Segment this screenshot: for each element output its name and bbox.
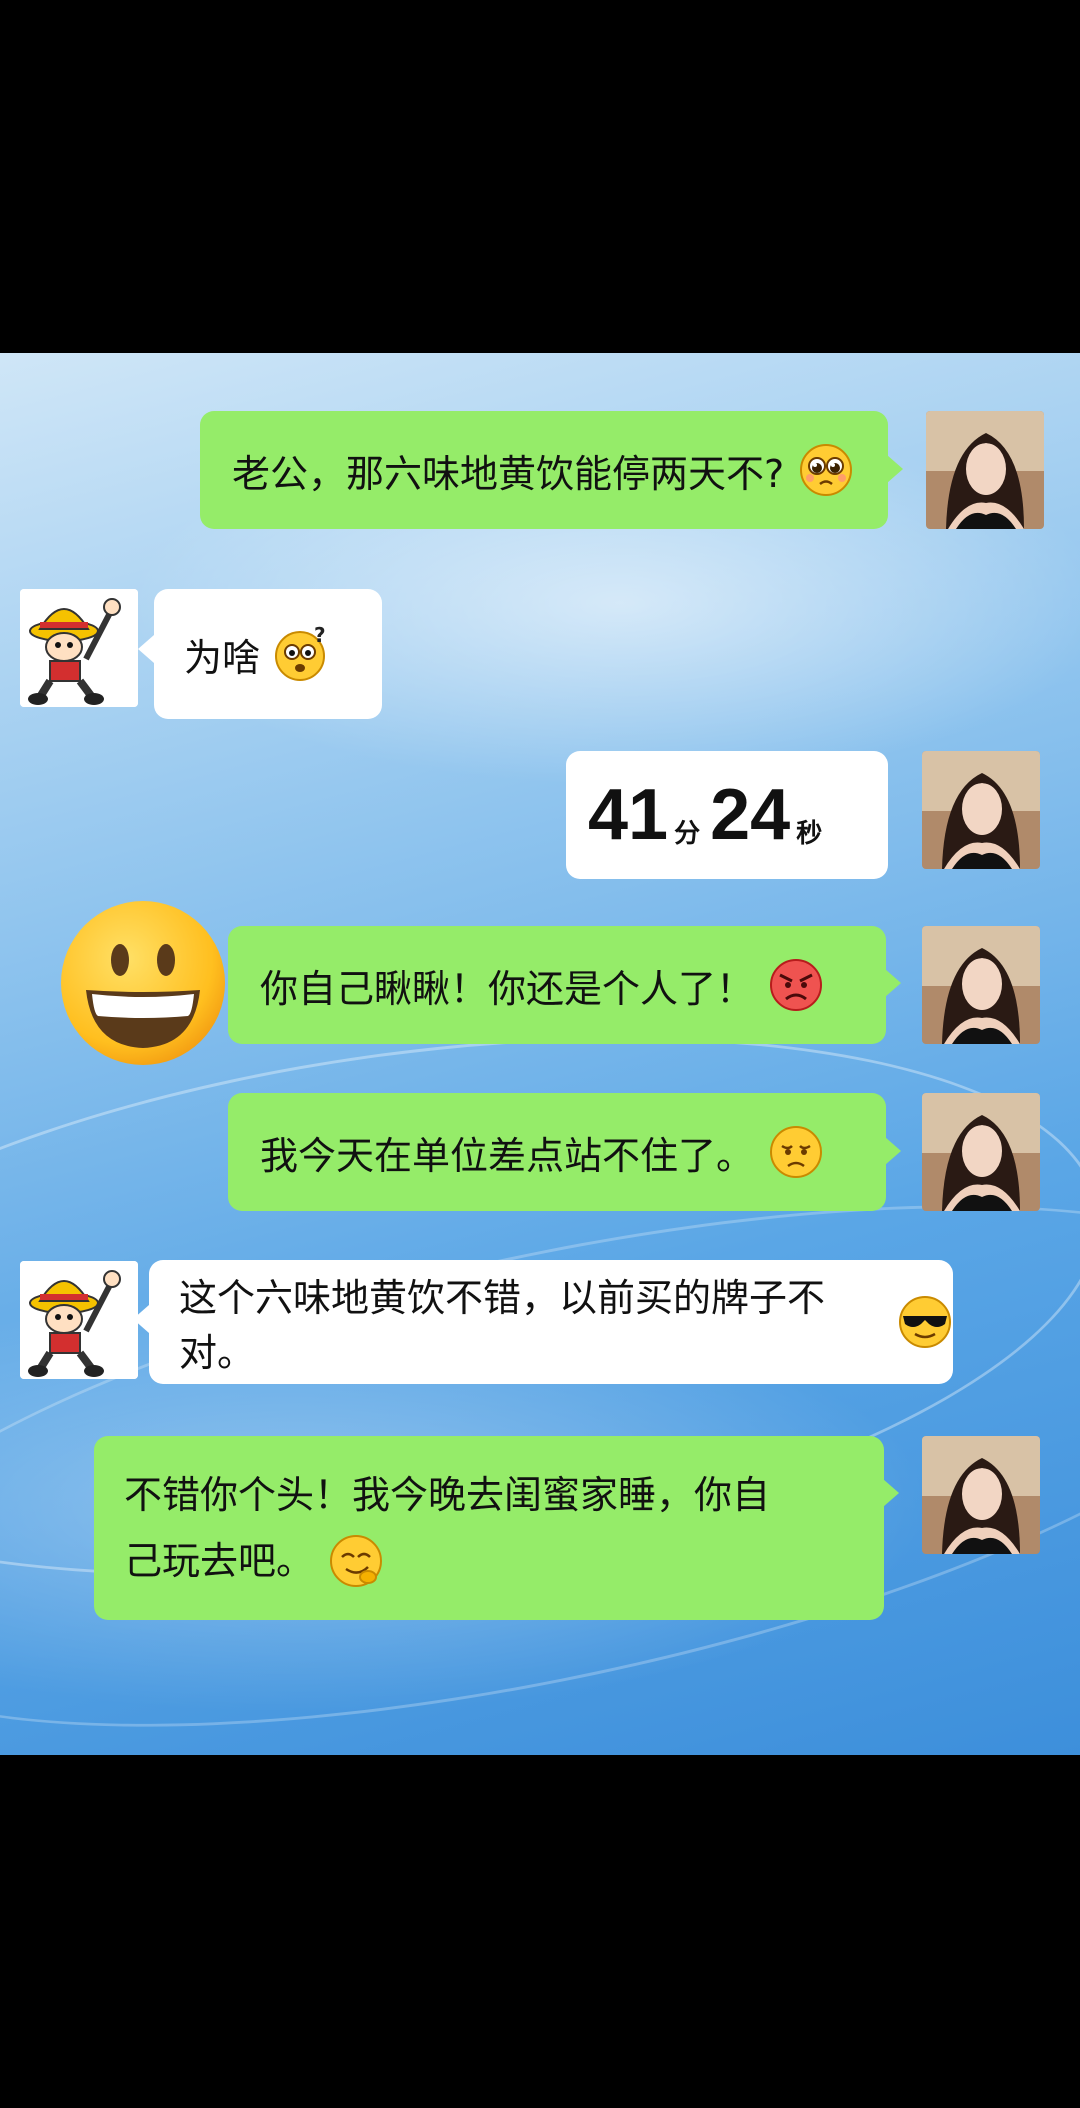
message-bubble-received[interactable]: 为啥 ? bbox=[154, 589, 382, 719]
timer-minutes: 41 bbox=[588, 775, 669, 855]
sad-face-icon bbox=[770, 1126, 823, 1178]
top-black-bar bbox=[0, 0, 1080, 353]
message-text: 这个六味地黄饮不错，以前买的牌子不对。 bbox=[179, 1276, 826, 1375]
my-avatar[interactable] bbox=[922, 926, 1040, 1044]
message-bubble-received[interactable]: 这个六味地黄饮不错，以前买的牌子不对。 bbox=[149, 1260, 953, 1384]
sunglasses-face-icon bbox=[899, 1296, 951, 1348]
svg-text:?: ? bbox=[314, 626, 326, 647]
my-avatar[interactable] bbox=[922, 751, 1040, 869]
grinning-face-icon bbox=[61, 901, 225, 1065]
message-text: 我今天在单位差点站不住了。 bbox=[260, 1133, 755, 1178]
bubble-tail bbox=[885, 1137, 901, 1165]
message-bubble-sent[interactable]: 我今天在单位差点站不住了。 bbox=[228, 1093, 886, 1211]
timer-minutes-unit: 分 bbox=[674, 818, 701, 849]
smirk-face-icon bbox=[330, 1535, 383, 1587]
message-text-line-2: 己玩去吧。 bbox=[124, 1539, 315, 1583]
angry-face-icon bbox=[770, 959, 823, 1011]
contact-avatar[interactable] bbox=[20, 1261, 138, 1379]
bottom-black-bar bbox=[0, 1755, 1080, 2108]
my-avatar[interactable] bbox=[922, 1093, 1040, 1211]
message-text: 为啥 bbox=[184, 635, 261, 680]
chat-area[interactable]: 老公，那六味地黄饮能停两天不? 为啥 ? 41 分 24 秒 你自己瞅瞅！你还是… bbox=[0, 353, 1080, 1755]
timer-seconds: 24 bbox=[710, 775, 791, 855]
contact-avatar[interactable] bbox=[20, 589, 138, 707]
bubble-tail bbox=[133, 1305, 149, 1333]
message-bubble-sent[interactable]: 你自己瞅瞅！你还是个人了！ bbox=[228, 926, 886, 1044]
bubble-tail bbox=[885, 969, 901, 997]
message-bubble-sent[interactable]: 老公，那六味地黄饮能停两天不? bbox=[200, 411, 888, 529]
pleading-face-icon bbox=[800, 444, 853, 496]
my-avatar[interactable] bbox=[922, 1436, 1040, 1554]
message-text: 你自己瞅瞅！你还是个人了！ bbox=[260, 966, 755, 1011]
message-bubble-sent[interactable]: 不错你个头！我今晚去闺蜜家睡，你自 己玩去吧。 bbox=[94, 1436, 884, 1620]
timer-bubble[interactable]: 41 分 24 秒 bbox=[566, 751, 888, 879]
message-text-line-1: 不错你个头！我今晚去闺蜜家睡，你自 bbox=[124, 1473, 771, 1517]
bubble-tail bbox=[883, 1479, 899, 1507]
message-text: 老公，那六味地黄饮能停两天不? bbox=[232, 451, 785, 496]
confused-face-icon: ? bbox=[275, 626, 326, 681]
bubble-tail bbox=[887, 455, 903, 483]
my-avatar[interactable] bbox=[926, 411, 1044, 529]
timer-seconds-unit: 秒 bbox=[796, 818, 823, 849]
bubble-tail bbox=[138, 635, 154, 663]
